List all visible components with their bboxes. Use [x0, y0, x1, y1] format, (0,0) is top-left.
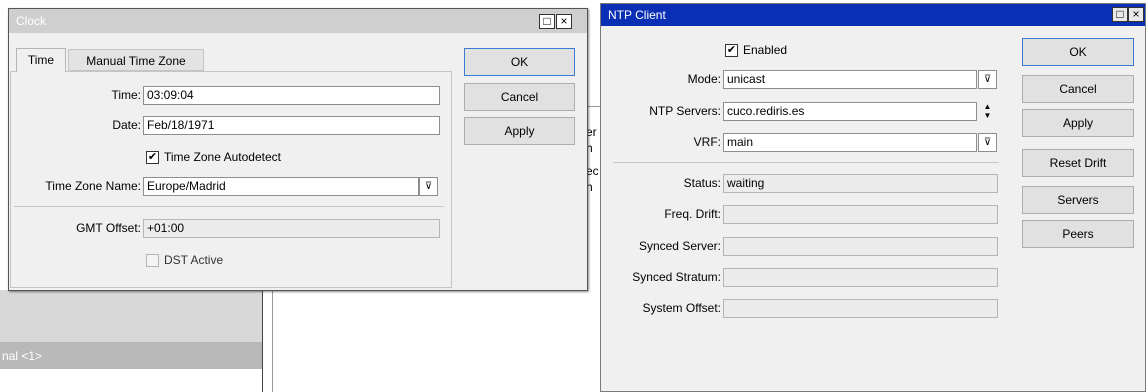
system-offset-field [723, 299, 998, 318]
background-divider-2 [272, 290, 273, 392]
clock-title: Clock [16, 14, 47, 28]
reset-drift-button[interactable]: Reset Drift [1022, 149, 1134, 177]
enabled-label: Enabled [743, 43, 788, 57]
tab-manual-time-zone[interactable]: Manual Time Zone [68, 49, 204, 71]
ntp-apply-button[interactable]: Apply [1022, 109, 1134, 137]
mode-field[interactable]: unicast [723, 70, 977, 89]
dst-active-checkbox [146, 254, 159, 267]
gmt-offset-field: +01:00 [143, 219, 440, 238]
time-field[interactable]: 03:09:04 [143, 86, 440, 105]
mode-label: Mode: [687, 72, 721, 86]
terminal-tab-bar: nal <1> [0, 342, 262, 369]
mode-dropdown-icon[interactable]: ⊽ [978, 70, 997, 89]
tab-time[interactable]: Time [16, 48, 66, 72]
clock-titlebar[interactable]: Clock □ × [9, 9, 587, 33]
background-panel [0, 290, 262, 342]
maximize-button[interactable]: □ [539, 14, 555, 29]
peers-button[interactable]: Peers [1022, 220, 1134, 248]
tz-name-field[interactable]: Europe/Madrid [143, 177, 419, 196]
close-button[interactable]: × [556, 14, 572, 29]
status-field: waiting [723, 174, 998, 193]
freq-drift-field [723, 205, 998, 224]
ntp-titlebar[interactable]: NTP Client □ × [601, 4, 1145, 26]
background-fragment-list: er h ec h [586, 118, 600, 198]
ntp-client-window: NTP Client □ × ✔ Enabled Mode: unicast ⊽… [600, 3, 1146, 392]
freq-drift-label: Freq. Drift: [664, 207, 721, 221]
vrf-dropdown-icon[interactable]: ⊽ [978, 133, 997, 152]
synced-server-label: Synced Server: [638, 239, 721, 253]
clock-ok-button[interactable]: OK [464, 48, 575, 76]
ntp-servers-field[interactable]: cuco.rediris.es [723, 102, 977, 121]
ntp-separator [613, 162, 999, 163]
status-label: Status: [683, 176, 721, 190]
spinner-up-icon[interactable]: ▲ [978, 102, 997, 111]
synced-stratum-label: Synced Stratum: [632, 270, 721, 284]
clock-window: Clock □ × Time Manual Time Zone Time: 03… [8, 8, 588, 291]
clock-cancel-button[interactable]: Cancel [464, 83, 575, 111]
date-label: Date: [112, 118, 141, 132]
background-line [586, 106, 600, 107]
maximize-button[interactable]: □ [1112, 7, 1128, 22]
vrf-field[interactable]: main [723, 133, 977, 152]
clock-separator [14, 206, 444, 207]
background-divider [262, 290, 263, 392]
date-field[interactable]: Feb/18/1971 [143, 116, 440, 135]
ntp-title: NTP Client [608, 8, 666, 22]
gmt-offset-label: GMT Offset: [76, 221, 141, 235]
close-button[interactable]: × [1128, 7, 1144, 22]
time-label: Time: [111, 88, 141, 102]
tz-name-label: Time Zone Name: [45, 179, 141, 193]
tz-autodetect-label: Time Zone Autodetect [164, 150, 281, 164]
terminal-tab-label[interactable]: nal <1> [2, 349, 42, 363]
vrf-label: VRF: [693, 135, 721, 149]
ntp-servers-spinner[interactable]: ▲ ▼ [978, 102, 997, 121]
synced-stratum-field [723, 268, 998, 287]
dst-active-label: DST Active [164, 253, 224, 267]
ntp-cancel-button[interactable]: Cancel [1022, 75, 1134, 103]
servers-button[interactable]: Servers [1022, 186, 1134, 214]
system-offset-label: System Offset: [642, 301, 721, 315]
clock-apply-button[interactable]: Apply [464, 117, 575, 145]
tz-name-dropdown-icon[interactable]: ⊽ [419, 177, 438, 196]
ntp-servers-label: NTP Servers: [649, 104, 721, 118]
synced-server-field [723, 237, 998, 256]
tz-autodetect-checkbox[interactable]: ✔ [146, 151, 159, 164]
ntp-ok-button[interactable]: OK [1022, 38, 1134, 66]
enabled-checkbox[interactable]: ✔ [725, 44, 738, 57]
spinner-down-icon[interactable]: ▼ [978, 111, 997, 120]
